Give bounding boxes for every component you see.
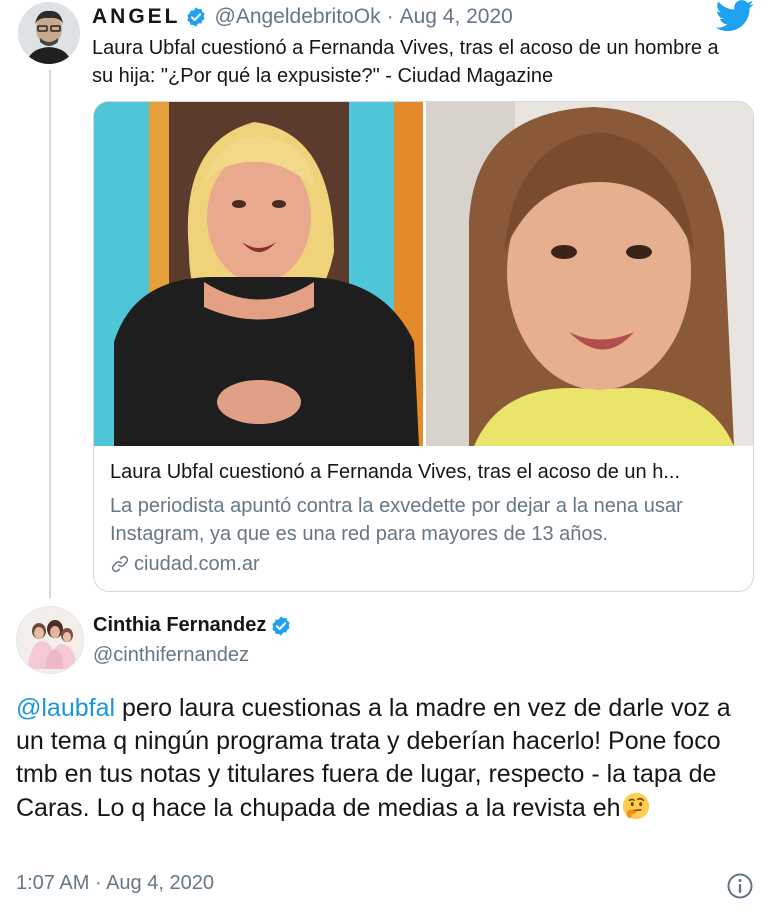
card-domain-text: ciudad.com.ar xyxy=(134,553,260,575)
tweet-date[interactable]: Aug 4, 2020 xyxy=(106,872,214,894)
card-description: La periodista apuntó contra la exvedette… xyxy=(110,495,683,545)
tweet-cinthia[interactable]: Cinthia Fernandez @cinthifernandez @laub… xyxy=(0,600,767,912)
thinking-face-emoji xyxy=(622,792,649,820)
author-name[interactable]: ANGEL xyxy=(92,5,181,29)
tweet-text: Laura Ubfal cuestionó a Fernanda Vives, … xyxy=(92,37,719,87)
author-handle[interactable]: @AngeldebritoOk xyxy=(215,5,381,29)
tweet-time[interactable]: 1:07 AM xyxy=(16,872,89,894)
link-preview-card[interactable]: Laura Ubfal cuestionó a Fernanda Vives, … xyxy=(93,101,754,592)
avatar[interactable] xyxy=(16,606,84,674)
verified-badge-icon xyxy=(186,7,205,27)
separator-dot: · xyxy=(386,5,394,28)
card-title[interactable]: Laura Ubfal cuestionó a Fernanda Vives, … xyxy=(110,458,740,486)
author-name[interactable]: Cinthia Fernandez xyxy=(93,614,266,637)
tweet-timestamp[interactable]: 1:07 AM · Aug 4, 2020 xyxy=(16,872,214,895)
tweet-header: ANGEL @AngeldebritoOk · Aug 4, 2020 xyxy=(92,2,513,32)
author-name-row: Cinthia Fernandez xyxy=(93,614,292,637)
card-domain[interactable]: ciudad.com.ar xyxy=(110,550,260,578)
link-icon xyxy=(111,555,129,573)
card-image[interactable] xyxy=(94,102,754,446)
tweet-date[interactable]: Aug 4, 2020 xyxy=(400,5,513,29)
author-handle[interactable]: @cinthifernandez xyxy=(93,644,249,667)
tweet-angel[interactable]: ANGEL @AngeldebritoOk · Aug 4, 2020 Laur… xyxy=(0,0,767,600)
avatar[interactable] xyxy=(18,2,80,64)
twitter-bird-icon[interactable] xyxy=(715,0,755,32)
separator-dot: · xyxy=(94,872,102,894)
mention-link[interactable]: @laubfal xyxy=(16,694,115,722)
info-icon[interactable] xyxy=(726,872,754,900)
verified-badge-icon xyxy=(272,615,290,636)
tweet-text: @laubfal pero laura cuestionas a la madr… xyxy=(16,692,756,825)
